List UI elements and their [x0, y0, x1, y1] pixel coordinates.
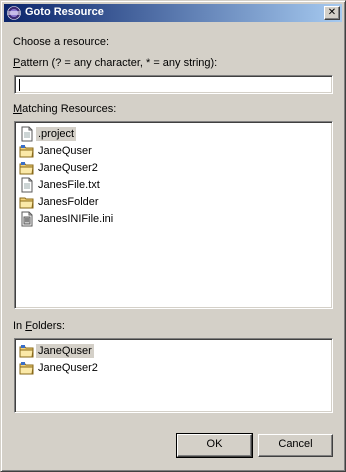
- cancel-button[interactable]: Cancel: [258, 434, 333, 457]
- pattern-input[interactable]: [14, 75, 333, 94]
- list-item-label: JanesFile.txt: [38, 179, 100, 191]
- goto-resource-dialog: Goto Resource ✕ Choose a resource: Patte…: [0, 0, 346, 472]
- title-bar[interactable]: Goto Resource ✕: [4, 4, 342, 22]
- project-folder-icon: [19, 160, 35, 176]
- in-folders-list[interactable]: JaneQuser JaneQuser2: [14, 338, 333, 413]
- list-item-label: JanesINIFile.ini: [38, 213, 114, 225]
- window-title: Goto Resource: [25, 6, 104, 18]
- matching-label-text: atching Resources:: [22, 103, 117, 115]
- text-caret: [19, 79, 20, 91]
- list-item-label: JaneQuser: [36, 344, 94, 358]
- pattern-label-text: attern (? = any character, * = any strin…: [20, 57, 218, 69]
- folders-label-text: olders:: [31, 320, 65, 332]
- in-folders-label: In Folders:: [13, 320, 65, 332]
- project-folder-icon: [19, 143, 35, 159]
- list-item-label: JanesFolder: [38, 196, 99, 208]
- ok-button[interactable]: OK: [176, 433, 253, 458]
- folders-label-pre: In: [13, 320, 26, 332]
- list-item-label: .project: [36, 127, 77, 141]
- matching-resources-list[interactable]: .project JaneQuser JaneQuser2 JanesFile.…: [14, 121, 333, 309]
- project-folder-icon: [19, 360, 35, 376]
- pattern-label: Pattern (? = any character, * = any stri…: [13, 57, 217, 69]
- file-icon: [19, 177, 35, 193]
- ini-file-icon: [19, 211, 35, 227]
- matching-label-accel: M: [13, 103, 23, 115]
- close-button[interactable]: ✕: [324, 6, 340, 20]
- list-item-label: JaneQuser2: [38, 362, 98, 374]
- list-item-label: JaneQuser2: [38, 162, 98, 174]
- folders-label-accel: F: [25, 320, 32, 332]
- matching-resources-label: Matching Resources:: [13, 103, 116, 115]
- list-item-label: JaneQuser: [38, 145, 92, 157]
- eclipse-icon: [6, 5, 22, 21]
- close-icon: ✕: [327, 7, 337, 18]
- file-icon: [19, 126, 35, 142]
- folder-icon: [19, 194, 35, 210]
- choose-resource-label: Choose a resource:: [13, 36, 109, 48]
- project-folder-icon: [19, 343, 35, 359]
